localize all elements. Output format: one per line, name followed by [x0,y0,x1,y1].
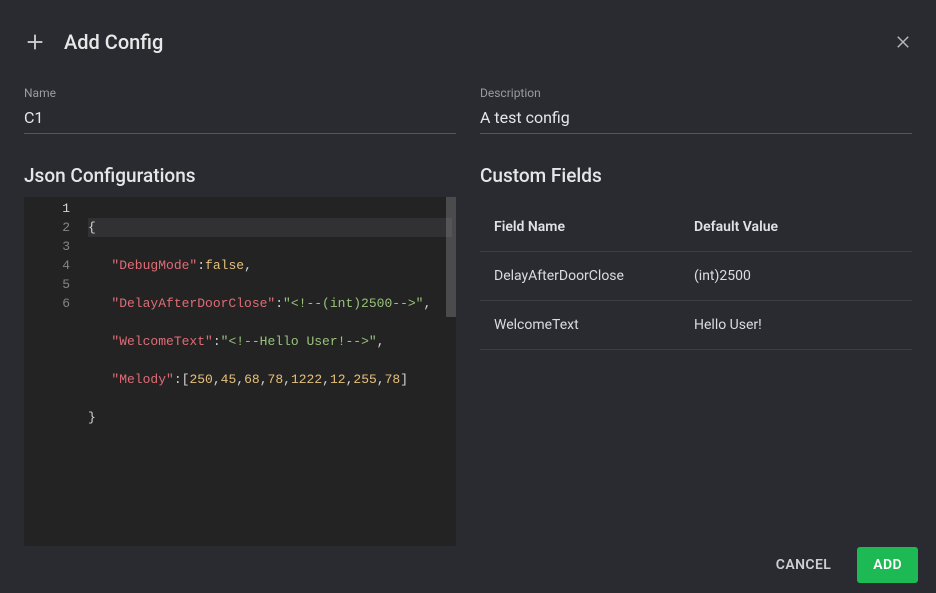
custom-fields-table: Field Name Default Value DelayAfterDoorC… [480,203,912,350]
modal-body: Name Json Configurations 1 2 3 4 5 6 { "… [0,66,936,546]
json-section-title: Json Configurations [24,164,456,187]
plus-icon [24,31,46,53]
col-default-value: Default Value [694,219,898,235]
description-label: Description [480,86,912,100]
cell-field-name: DelayAfterDoorClose [494,268,694,284]
right-column: Description Custom Fields Field Name Def… [480,86,912,546]
cell-field-name: WelcomeText [494,317,694,333]
table-header-row: Field Name Default Value [480,203,912,252]
description-input[interactable] [480,104,912,134]
modal-footer: CANCEL ADD [0,537,936,593]
add-config-modal: Add Config Name Json Configurations 1 2 … [0,0,936,593]
modal-header: Add Config [0,0,936,66]
col-field-name: Field Name [494,219,694,235]
json-editor[interactable]: 1 2 3 4 5 6 { "DebugMode":false, "DelayA… [24,197,456,546]
close-button[interactable] [894,33,912,51]
table-row[interactable]: WelcomeText Hello User! [480,301,912,350]
cell-default-value: Hello User! [694,317,898,333]
custom-fields-title: Custom Fields [480,164,912,187]
editor-gutter: 1 2 3 4 5 6 [24,197,84,546]
modal-title: Add Config [64,30,163,54]
cell-default-value: (int)2500 [694,268,898,284]
name-input[interactable] [24,104,456,134]
left-column: Name Json Configurations 1 2 3 4 5 6 { "… [24,86,456,546]
editor-code[interactable]: { "DebugMode":false, "DelayAfterDoorClos… [84,197,456,546]
add-button[interactable]: ADD [857,547,918,583]
cancel-button[interactable]: CANCEL [760,547,847,583]
editor-scrollbar-thumb[interactable] [446,197,456,317]
table-row[interactable]: DelayAfterDoorClose (int)2500 [480,252,912,301]
name-label: Name [24,86,456,100]
